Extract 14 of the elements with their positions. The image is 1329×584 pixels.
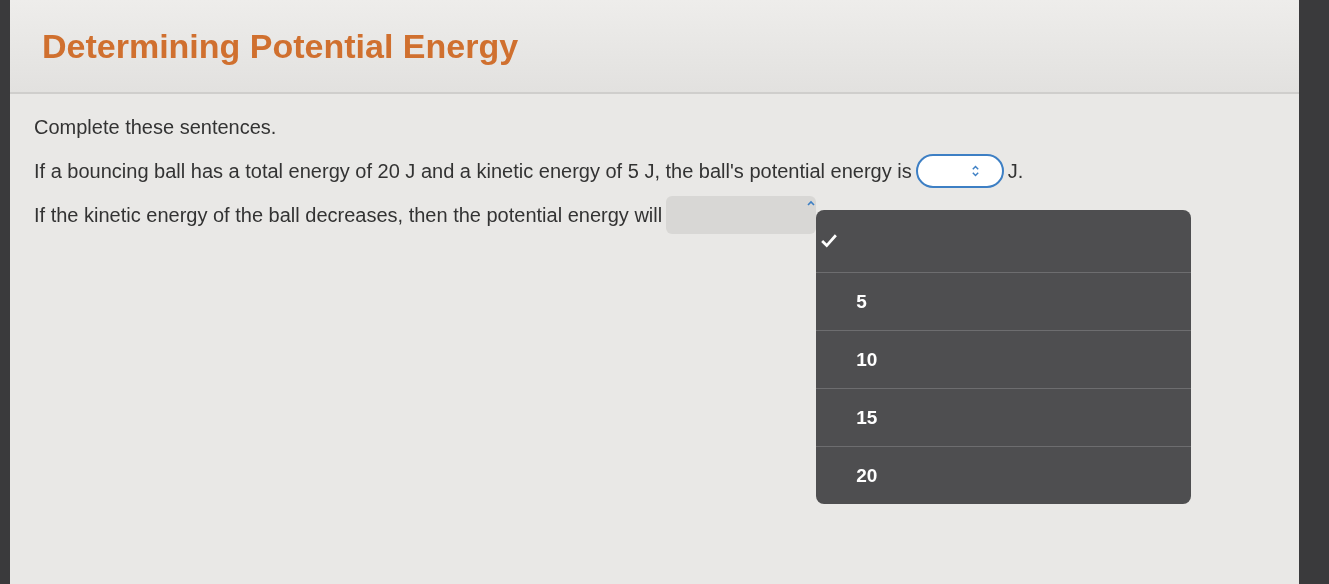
dropdown-arrows-icon xyxy=(970,164,980,178)
checkmark-icon xyxy=(821,234,838,248)
dropdown-field[interactable] xyxy=(915,154,1004,188)
caret-icon xyxy=(806,200,817,206)
menu-option[interactable]: 15 xyxy=(816,389,1192,447)
unit-text: J. xyxy=(1007,159,1024,183)
menu-option[interactable]: 5 xyxy=(816,273,1192,331)
menu-option[interactable]: 20 xyxy=(816,447,1192,504)
instructions-text: Complete these sentences. xyxy=(34,116,278,139)
page-title: Determining Potential Energy xyxy=(42,26,519,66)
menu-option[interactable]: 10 xyxy=(816,331,1192,389)
sentence-text: If the kinetic energy of the ball decreases, then the potential energy will xyxy=(34,203,663,227)
dropdown-field[interactable] xyxy=(666,196,817,234)
sentence-text: If a bouncing ball has a total energy of 20 J and a kinetic energy of 5 J, the ball's potential energy is xyxy=(34,159,912,183)
